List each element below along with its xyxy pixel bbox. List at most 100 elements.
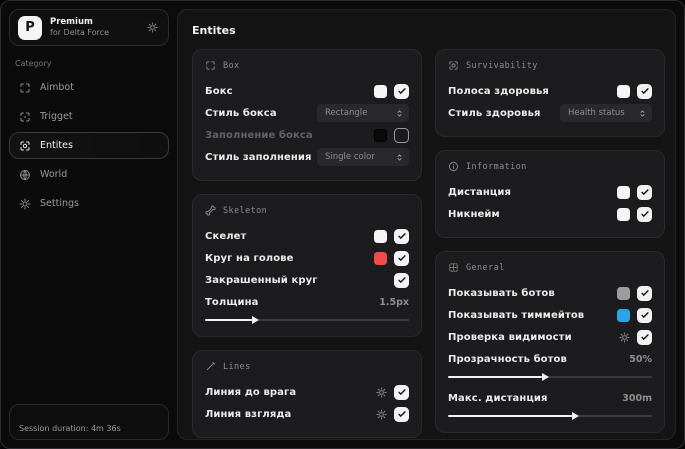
checkbox-unchecked[interactable]	[394, 127, 409, 143]
slider-value: 50%	[629, 353, 652, 365]
brand-card: P Premium for Delta Force	[9, 9, 169, 46]
checkbox-checked[interactable]	[637, 184, 652, 200]
checkbox-checked[interactable]	[637, 329, 652, 345]
section-skeleton-header: Skeleton	[205, 205, 409, 216]
setting-row: Линия взгляда	[205, 403, 409, 425]
section-survivability: Survivability Полоса здоровья Стиль здор…	[435, 49, 665, 137]
grid-icon	[448, 262, 459, 273]
color-swatch[interactable]	[617, 84, 630, 98]
sidebar-item-label: World	[40, 169, 68, 180]
section-title: Lines	[223, 361, 251, 372]
checkbox-checked[interactable]	[394, 384, 409, 400]
app-window: P Premium for Delta Force Category Aimbo…	[0, 0, 685, 449]
checkbox-checked[interactable]	[637, 307, 652, 323]
thickness-slider[interactable]	[205, 316, 409, 324]
color-swatch[interactable]	[617, 185, 630, 199]
entity-scan-icon	[19, 140, 31, 152]
checkbox-checked[interactable]	[637, 206, 652, 222]
sidebar-item-entites[interactable]: Entites	[9, 132, 169, 159]
slider-thumb[interactable]	[541, 373, 549, 381]
section-skeleton: Skeleton Скелет Круг на голове Закрашенн…	[192, 194, 422, 337]
category-label: Category	[15, 59, 52, 68]
checkbox-checked[interactable]	[394, 250, 409, 266]
sidebar-item-aimbot[interactable]: Aimbot	[9, 74, 169, 101]
checkbox-checked[interactable]	[394, 228, 409, 244]
checkbox-checked[interactable]	[637, 83, 652, 99]
setting-row: Толщина 1.5px	[205, 296, 409, 308]
info-icon	[448, 161, 459, 172]
section-general-header: General	[448, 262, 652, 273]
color-swatch[interactable]	[617, 207, 630, 221]
setting-row: Проверка видимости	[448, 326, 652, 348]
right-column: Survivability Полоса здоровья Стиль здор…	[435, 49, 665, 433]
max-distance-slider[interactable]	[448, 412, 652, 420]
gear-icon[interactable]	[147, 22, 158, 33]
sidebar-item-world[interactable]: World	[9, 161, 169, 188]
section-title: Survivability	[466, 60, 538, 71]
checkbox-checked[interactable]	[394, 406, 409, 422]
main-panel: Entites Box Бокс Стиль бокса Rectangle З…	[177, 9, 676, 440]
fill-style-dropdown[interactable]: Single color	[317, 148, 409, 166]
section-title: Box	[223, 60, 240, 71]
unfold-icon	[638, 109, 647, 118]
brand-subtitle: for Delta Force	[50, 27, 110, 37]
section-information-header: Information	[448, 161, 652, 172]
gear-icon[interactable]	[619, 331, 630, 343]
line-icon	[205, 361, 216, 372]
sidebar: P Premium for Delta Force Category Aimbo…	[1, 1, 177, 448]
slider-value: 300m	[622, 392, 652, 404]
slider-value: 1.5px	[379, 296, 409, 308]
setting-row: Бокс	[205, 80, 409, 102]
sidebar-item-trigget[interactable]: Trigget	[9, 103, 169, 130]
color-swatch[interactable]	[374, 128, 387, 142]
setting-row: Скелет	[205, 225, 409, 247]
brand-title: Premium	[50, 17, 93, 28]
color-swatch[interactable]	[617, 286, 630, 300]
session-card: Session duration: 4m 36s	[9, 404, 169, 440]
color-swatch[interactable]	[617, 308, 630, 322]
section-survivability-header: Survivability	[448, 60, 652, 71]
gear-icon[interactable]	[376, 386, 387, 398]
sidebar-item-settings[interactable]: Settings	[9, 190, 169, 217]
setting-row: Прозрачность ботов 50%	[448, 353, 652, 365]
globe-icon	[19, 169, 31, 181]
gear-icon	[19, 198, 31, 210]
section-box: Box Бокс Стиль бокса Rectangle Заполнени…	[192, 49, 422, 181]
session-duration: Session duration: 4m 36s	[19, 424, 121, 433]
setting-row: Дистанция	[448, 181, 652, 203]
sidebar-item-label: Entites	[40, 140, 73, 151]
content-columns: Box Бокс Стиль бокса Rectangle Заполнени…	[192, 49, 665, 438]
setting-row: Макс. дистанция 300m	[448, 392, 652, 404]
color-swatch[interactable]	[374, 84, 387, 98]
setting-row: Никнейм	[448, 203, 652, 225]
setting-row: Полоса здоровья	[448, 80, 652, 102]
survivability-scan-icon	[448, 60, 459, 71]
health-style-dropdown[interactable]: Health status	[560, 104, 652, 122]
setting-row: Круг на голове	[205, 247, 409, 269]
brand-logo: P	[18, 15, 42, 40]
sidebar-item-label: Settings	[40, 198, 79, 209]
color-swatch[interactable]	[374, 251, 387, 265]
checkbox-checked[interactable]	[394, 272, 409, 288]
setting-row: Показывать ботов	[448, 282, 652, 304]
slider-thumb[interactable]	[251, 316, 259, 324]
gear-icon[interactable]	[376, 408, 387, 420]
scan-icon	[205, 60, 216, 71]
section-box-header: Box	[205, 60, 409, 71]
section-information: Information Дистанция Никнейм	[435, 150, 665, 238]
section-title: General	[466, 262, 505, 273]
setting-row: Заполнение бокса	[205, 124, 409, 146]
checkbox-checked[interactable]	[394, 83, 409, 99]
section-lines: Lines Линия до врага Линия взгляда	[192, 350, 422, 438]
setting-row: Закрашенный круг	[205, 269, 409, 291]
slider-thumb[interactable]	[572, 412, 580, 420]
checkbox-checked[interactable]	[637, 285, 652, 301]
brand-text: Premium for Delta Force	[50, 17, 139, 37]
section-title: Skeleton	[223, 205, 268, 216]
box-style-dropdown[interactable]: Rectangle	[317, 104, 409, 122]
bot-opacity-slider[interactable]	[448, 373, 652, 381]
color-swatch[interactable]	[374, 229, 387, 243]
setting-row: Стиль заполнения Single color	[205, 146, 409, 168]
unfold-icon	[395, 109, 404, 118]
scan-icon	[19, 82, 31, 94]
